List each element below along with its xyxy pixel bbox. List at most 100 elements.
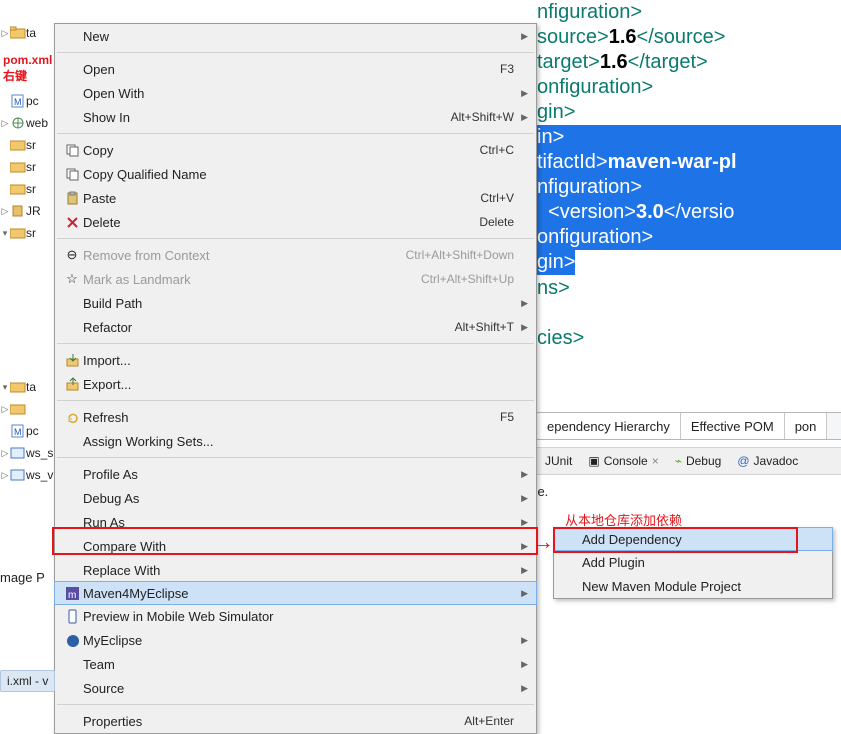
menu-replace-with[interactable]: Replace With ▶ bbox=[55, 558, 536, 582]
menu-delete[interactable]: DeleteDelete bbox=[55, 210, 536, 234]
folder-icon bbox=[10, 402, 26, 416]
truncated-label: mage P bbox=[0, 570, 45, 585]
menu-accel: Alt+Enter bbox=[464, 714, 514, 728]
export-icon bbox=[61, 377, 83, 392]
menu-label: Build Path bbox=[83, 296, 514, 311]
menu-label: Compare With bbox=[83, 539, 514, 554]
submenu-arrow-icon: ▶ bbox=[521, 635, 528, 646]
menu-label: Run As bbox=[83, 515, 514, 530]
close-icon[interactable]: × bbox=[652, 454, 659, 468]
tab-pom[interactable]: pon bbox=[785, 413, 828, 439]
menu-label: Profile As bbox=[83, 467, 514, 482]
menu-accel: Ctrl+Alt+Shift+Up bbox=[421, 272, 514, 286]
tree-label: sr bbox=[26, 182, 36, 196]
submenu-arrow-icon: ▶ bbox=[521, 31, 528, 42]
code-text: 3.0 bbox=[636, 201, 664, 223]
tab-label: pon bbox=[795, 419, 817, 434]
view-label: Debug bbox=[686, 454, 721, 468]
view-console[interactable]: ▣Console× bbox=[580, 454, 666, 468]
tree-label: web bbox=[26, 116, 48, 130]
menu-label: Open With bbox=[83, 86, 514, 101]
folder-icon bbox=[10, 26, 26, 40]
view-javadoc[interactable]: @ Javadoc bbox=[729, 454, 806, 468]
menu-refactor[interactable]: RefactorAlt+Shift+T▶ bbox=[55, 315, 536, 339]
view-label: Javadoc bbox=[754, 454, 799, 468]
submenu-label: New Maven Module Project bbox=[582, 579, 741, 594]
copy-icon bbox=[61, 167, 83, 182]
menu-assign-working-sets[interactable]: Assign Working Sets... bbox=[55, 429, 536, 453]
menu-team[interactable]: Team▶ bbox=[55, 652, 536, 676]
tree-label: ta bbox=[26, 380, 36, 394]
code-tag: target> bbox=[537, 51, 600, 73]
code-text: 1.6 bbox=[600, 51, 628, 73]
code-line: in> bbox=[537, 126, 564, 148]
menu-debug-as[interactable]: Debug As▶ bbox=[55, 486, 536, 510]
menu-label: MyEclipse bbox=[83, 633, 514, 648]
submenu-add-plugin[interactable]: Add Plugin bbox=[554, 550, 832, 574]
menu-accel: Ctrl+V bbox=[480, 191, 514, 205]
tree-label: pc bbox=[26, 94, 39, 108]
menu-label: Show In bbox=[83, 110, 451, 125]
menu-label: Delete bbox=[83, 215, 479, 230]
web-icon bbox=[10, 116, 26, 130]
folder-icon bbox=[10, 182, 26, 196]
menu-label: Import... bbox=[83, 353, 514, 368]
menu-build-path[interactable]: Build Path ▶ bbox=[55, 291, 536, 315]
menu-open-with[interactable]: Open With▶ bbox=[55, 81, 536, 105]
submenu-arrow-icon: ▶ bbox=[521, 112, 528, 123]
submenu-arrow-icon: ▶ bbox=[521, 298, 528, 309]
code-editor[interactable]: nfiguration> source>1.6</source> target>… bbox=[537, 0, 841, 410]
menu-source[interactable]: Source▶ bbox=[55, 676, 536, 700]
project-explorer[interactable]: ▷ta pom.xml右键 Mpc ▷web sr sr sr ▷JR ▾sr … bbox=[0, 0, 54, 692]
menu-accel: Ctrl+C bbox=[480, 143, 514, 157]
code-line: nfiguration> bbox=[537, 176, 642, 198]
code-tag: </target> bbox=[628, 51, 708, 73]
copy-icon bbox=[61, 143, 83, 158]
menu-label: Replace With bbox=[83, 563, 514, 578]
folder-icon bbox=[10, 226, 26, 240]
view-junit[interactable]: JUnit bbox=[537, 454, 580, 468]
separator bbox=[57, 704, 534, 705]
menu-new[interactable]: New▶ bbox=[55, 24, 536, 48]
menu-label: Copy bbox=[83, 143, 480, 158]
javadoc-icon: @ bbox=[737, 454, 749, 468]
menu-copy-qualified-name[interactable]: Copy Qualified Name bbox=[55, 162, 536, 186]
debug-icon: ⌁ bbox=[675, 454, 682, 468]
remove-context-icon: ⊖ bbox=[61, 247, 83, 263]
submenu-arrow-icon: ▶ bbox=[521, 565, 528, 576]
menu-compare-with[interactable]: Compare With▶ bbox=[55, 534, 536, 558]
menu-preview-mobile[interactable]: Preview in Mobile Web Simulator bbox=[55, 604, 536, 628]
svg-text:M: M bbox=[14, 427, 22, 437]
menu-profile-as[interactable]: Profile As▶ bbox=[55, 462, 536, 486]
menu-open[interactable]: OpenF3 bbox=[55, 57, 536, 81]
code-line: onfiguration> bbox=[537, 226, 653, 248]
separator bbox=[57, 133, 534, 134]
context-menu: New▶ OpenF3 Open With▶ Show InAlt+Shift+… bbox=[54, 23, 537, 734]
menu-accel: Alt+Shift+T bbox=[455, 320, 514, 334]
menu-label: Properties bbox=[83, 714, 464, 729]
myeclipse-icon bbox=[61, 633, 83, 648]
menu-refresh[interactable]: RefreshF5 bbox=[55, 405, 536, 429]
menu-label: Refresh bbox=[83, 410, 500, 425]
menu-import[interactable]: Import... bbox=[55, 348, 536, 372]
menu-run-as[interactable]: Run As▶ bbox=[55, 510, 536, 534]
tab-effective-pom[interactable]: Effective POM bbox=[681, 413, 785, 439]
separator bbox=[57, 457, 534, 458]
code-tag: </versio bbox=[664, 201, 735, 223]
menu-maven4myeclipse[interactable]: mMaven4MyEclipse▶ bbox=[54, 581, 537, 605]
menu-label: Copy Qualified Name bbox=[83, 167, 514, 182]
view-debug[interactable]: ⌁ Debug bbox=[667, 454, 730, 468]
jar-icon bbox=[10, 204, 26, 218]
menu-export[interactable]: Export... bbox=[55, 372, 536, 396]
menu-properties[interactable]: PropertiesAlt+Enter bbox=[55, 709, 536, 733]
menu-mark-landmark: ☆Mark as LandmarkCtrl+Alt+Shift+Up bbox=[55, 267, 536, 291]
tree-label: sr bbox=[26, 226, 36, 240]
menu-myeclipse[interactable]: MyEclipse ▶ bbox=[55, 628, 536, 652]
menu-show-in[interactable]: Show InAlt+Shift+W▶ bbox=[55, 105, 536, 129]
menu-paste[interactable]: PasteCtrl+V bbox=[55, 186, 536, 210]
menu-copy[interactable]: CopyCtrl+C bbox=[55, 138, 536, 162]
tab-dep-hierarchy[interactable]: ependency Hierarchy bbox=[537, 413, 681, 439]
code-line: onfiguration> bbox=[537, 76, 653, 98]
submenu-new-maven-module[interactable]: New Maven Module Project bbox=[554, 574, 832, 598]
mobile-icon bbox=[61, 609, 83, 624]
